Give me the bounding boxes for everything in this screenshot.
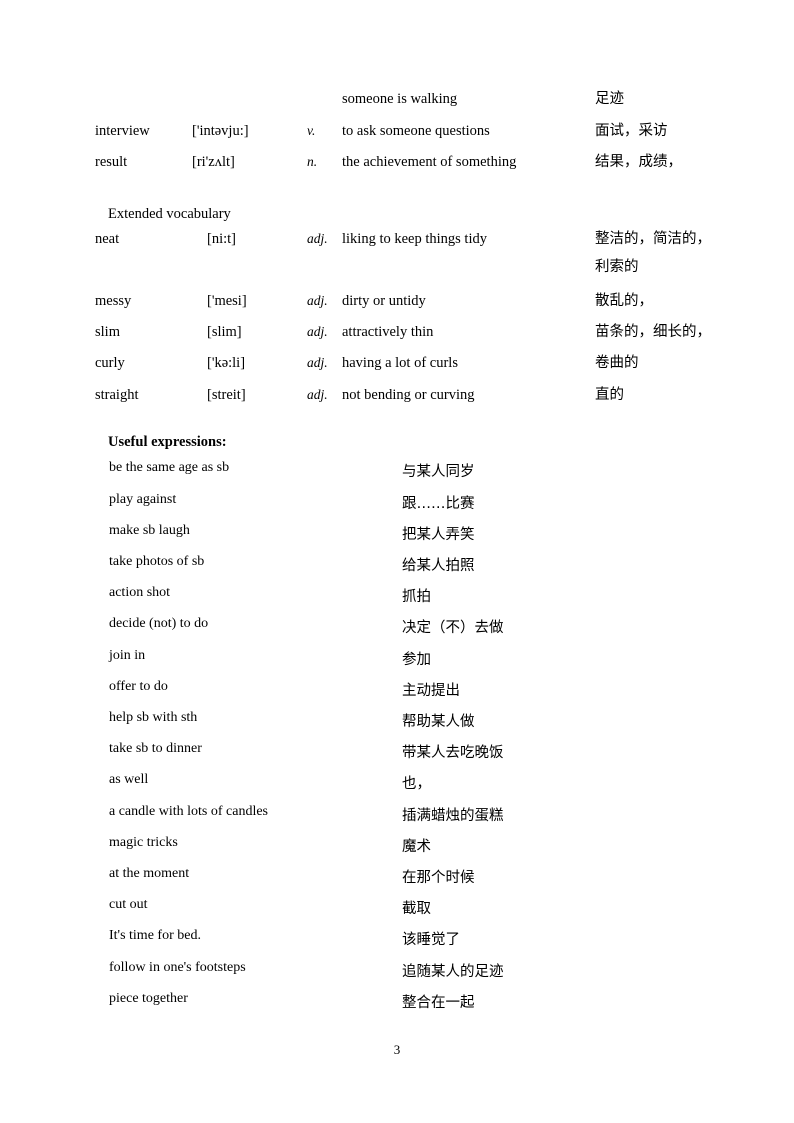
vocabulary-chinese-translation: 面试，采访 <box>595 123 668 139</box>
vocabulary-phonetic: [slim] <box>207 324 242 340</box>
vocabulary-definition: having a lot of curls <box>342 355 458 371</box>
expression-chinese: 追随某人的足迹 <box>402 964 504 980</box>
expression-chinese: 插满蜡烛的蛋糕 <box>402 808 504 824</box>
vocabulary-word: neat <box>95 231 120 247</box>
vocabulary-definition: liking to keep things tidy <box>342 231 487 247</box>
vocabulary-chinese-translation: 苗条的，细长的， <box>595 324 711 340</box>
expression-english: take photos of sb <box>109 554 205 569</box>
document-page: someone is walking 足迹 interview ['intəvju:]… <box>0 0 794 1123</box>
expression-chinese: 魔术 <box>402 839 431 855</box>
vocabulary-part-of-speech: adj. <box>307 355 328 370</box>
vocabulary-part-of-speech: adj. <box>307 387 328 402</box>
expression-english: piece together <box>109 991 188 1006</box>
expression-chinese: 给某人拍照 <box>402 558 475 574</box>
expression-chinese: 抓拍 <box>402 589 431 605</box>
expression-chinese: 该睡觉了 <box>402 932 460 948</box>
vocabulary-definition: someone is walking <box>342 91 458 107</box>
vocabulary-word: slim <box>95 324 120 340</box>
expression-english: take sb to dinner <box>109 741 202 756</box>
vocabulary-phonetic: [streit] <box>207 387 246 403</box>
expression-chinese: 参加 <box>402 652 431 668</box>
expression-english: cut out <box>109 897 148 912</box>
expression-english: decide (not) to do <box>109 616 209 631</box>
vocabulary-chinese-translation: 卷曲的 <box>595 355 639 371</box>
vocabulary-phonetic: ['intəvju:] <box>192 123 249 139</box>
vocabulary-part-of-speech: v. <box>307 123 316 138</box>
vocabulary-phonetic: ['mesi] <box>207 293 247 309</box>
expression-chinese: 在那个时候 <box>402 870 475 886</box>
vocabulary-word: curly <box>95 355 125 371</box>
expression-english: follow in one's footsteps <box>109 960 246 975</box>
vocabulary-part-of-speech: adj. <box>307 324 328 339</box>
vocabulary-definition: the achievement of something <box>342 154 517 170</box>
expression-chinese: 帮助某人做 <box>402 714 475 730</box>
vocabulary-word: straight <box>95 387 139 403</box>
vocabulary-chinese-translation: 结果，成绩， <box>595 154 682 170</box>
expression-chinese: 与某人同岁 <box>402 464 475 480</box>
expression-english: magic tricks <box>109 835 178 850</box>
expression-english: be the same age as sb <box>109 460 230 475</box>
vocabulary-chinese-translation: 直的 <box>595 387 624 403</box>
expression-english: play against <box>109 492 177 507</box>
expression-english: a candle with lots of candles <box>109 804 269 819</box>
vocabulary-definition: to ask someone questions <box>342 123 490 139</box>
expression-chinese: 决定（不）去做 <box>402 620 504 636</box>
expression-english: action shot <box>109 585 171 600</box>
expression-english: at the moment <box>109 866 190 881</box>
vocabulary-definition: not bending or curving <box>342 387 475 403</box>
expression-english: make sb laugh <box>109 523 190 538</box>
vocabulary-word: result <box>95 154 128 170</box>
vocabulary-definition: dirty or untidy <box>342 293 426 309</box>
extended-vocabulary-heading: Extended vocabulary <box>108 206 231 222</box>
vocabulary-chinese-translation: 足迹 <box>595 91 624 107</box>
expression-english: offer to do <box>109 679 168 694</box>
vocabulary-part-of-speech: n. <box>307 154 318 169</box>
vocabulary-part-of-speech: adj. <box>307 231 328 246</box>
vocabulary-word: interview <box>95 123 150 139</box>
expression-english: It's time for bed. <box>109 928 201 943</box>
vocabulary-word: messy <box>95 293 132 309</box>
vocabulary-part-of-speech: adj. <box>307 293 328 308</box>
expression-chinese: 截取 <box>402 901 431 917</box>
vocabulary-chinese-translation: 散乱的， <box>595 293 653 309</box>
expression-chinese: 跟……比赛 <box>402 496 475 512</box>
vocabulary-phonetic: ['kə:li] <box>207 355 246 371</box>
vocabulary-phonetic: [ri'zʌlt] <box>192 154 235 170</box>
expression-chinese: 整合在一起 <box>402 995 475 1011</box>
vocabulary-definition: attractively thin <box>342 324 434 340</box>
useful-expressions-heading: Useful expressions: <box>108 434 227 450</box>
expression-chinese: 带某人去吃晚饭 <box>402 745 504 761</box>
vocabulary-chinese-translation: 整洁的，简洁的， <box>595 231 711 247</box>
expression-english: join in <box>109 648 146 663</box>
vocabulary-chinese-translation: 利索的 <box>595 259 639 275</box>
expression-chinese: 把某人弄笑 <box>402 527 475 543</box>
vocabulary-phonetic: [ni:t] <box>207 231 236 247</box>
expression-chinese: 也， <box>402 776 431 792</box>
expression-chinese: 主动提出 <box>402 683 460 699</box>
expression-english: as well <box>109 772 149 787</box>
page-number: 3 <box>393 1042 401 1057</box>
expression-english: help sb with sth <box>109 710 198 725</box>
